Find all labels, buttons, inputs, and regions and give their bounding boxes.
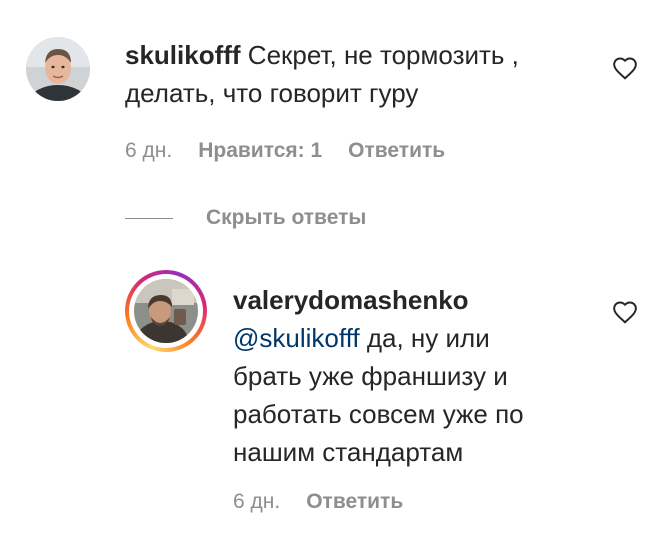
hide-replies-button[interactable]: Скрыть ответы	[125, 204, 366, 232]
avatar[interactable]	[26, 37, 90, 101]
heart-outline-icon[interactable]	[612, 56, 638, 80]
reply-button[interactable]: Ответить	[306, 490, 403, 513]
reply-time: 6 дн.	[233, 490, 281, 513]
reply-line-3: работать совсем уже по	[233, 399, 524, 429]
divider-line	[125, 217, 173, 219]
mention-link[interactable]: @skulikofff	[233, 323, 360, 353]
user-photo	[134, 279, 198, 343]
reply-line-2: брать уже франшизу и	[233, 361, 508, 391]
heart-outline-icon[interactable]	[612, 300, 638, 324]
comment-text: Секрет, не тормозить ,	[240, 40, 519, 70]
reply-body: valerydomashenko @skulikofff да, ну или …	[233, 281, 603, 471]
user-photo	[26, 37, 90, 101]
comment-username[interactable]: skulikofff	[125, 40, 241, 70]
comment-meta: 6 дн. Нравится: 1 Ответить	[125, 137, 445, 165]
avatar	[134, 279, 198, 343]
reply-line-4: нашим стандартам	[233, 437, 464, 467]
story-ring[interactable]	[125, 270, 207, 352]
hide-replies-label: Скрыть ответы	[206, 206, 367, 229]
reply-username[interactable]: valerydomashenko	[233, 281, 603, 319]
reply-meta: 6 дн. Ответить	[233, 488, 403, 516]
comment-time: 6 дн.	[125, 139, 173, 162]
reply-text: да, ну или	[359, 323, 490, 353]
comment-line-2: делать, что говорит гуру	[125, 78, 419, 108]
comment-likes-count[interactable]: Нравится: 1	[198, 139, 322, 162]
reply-line-1: @skulikofff да, ну или	[233, 319, 603, 357]
reply-button[interactable]: Ответить	[348, 139, 445, 162]
comment-body: skulikofff Секрет, не тормозить , делать…	[125, 36, 595, 112]
comment-line-1: skulikofff Секрет, не тормозить ,	[125, 36, 595, 74]
